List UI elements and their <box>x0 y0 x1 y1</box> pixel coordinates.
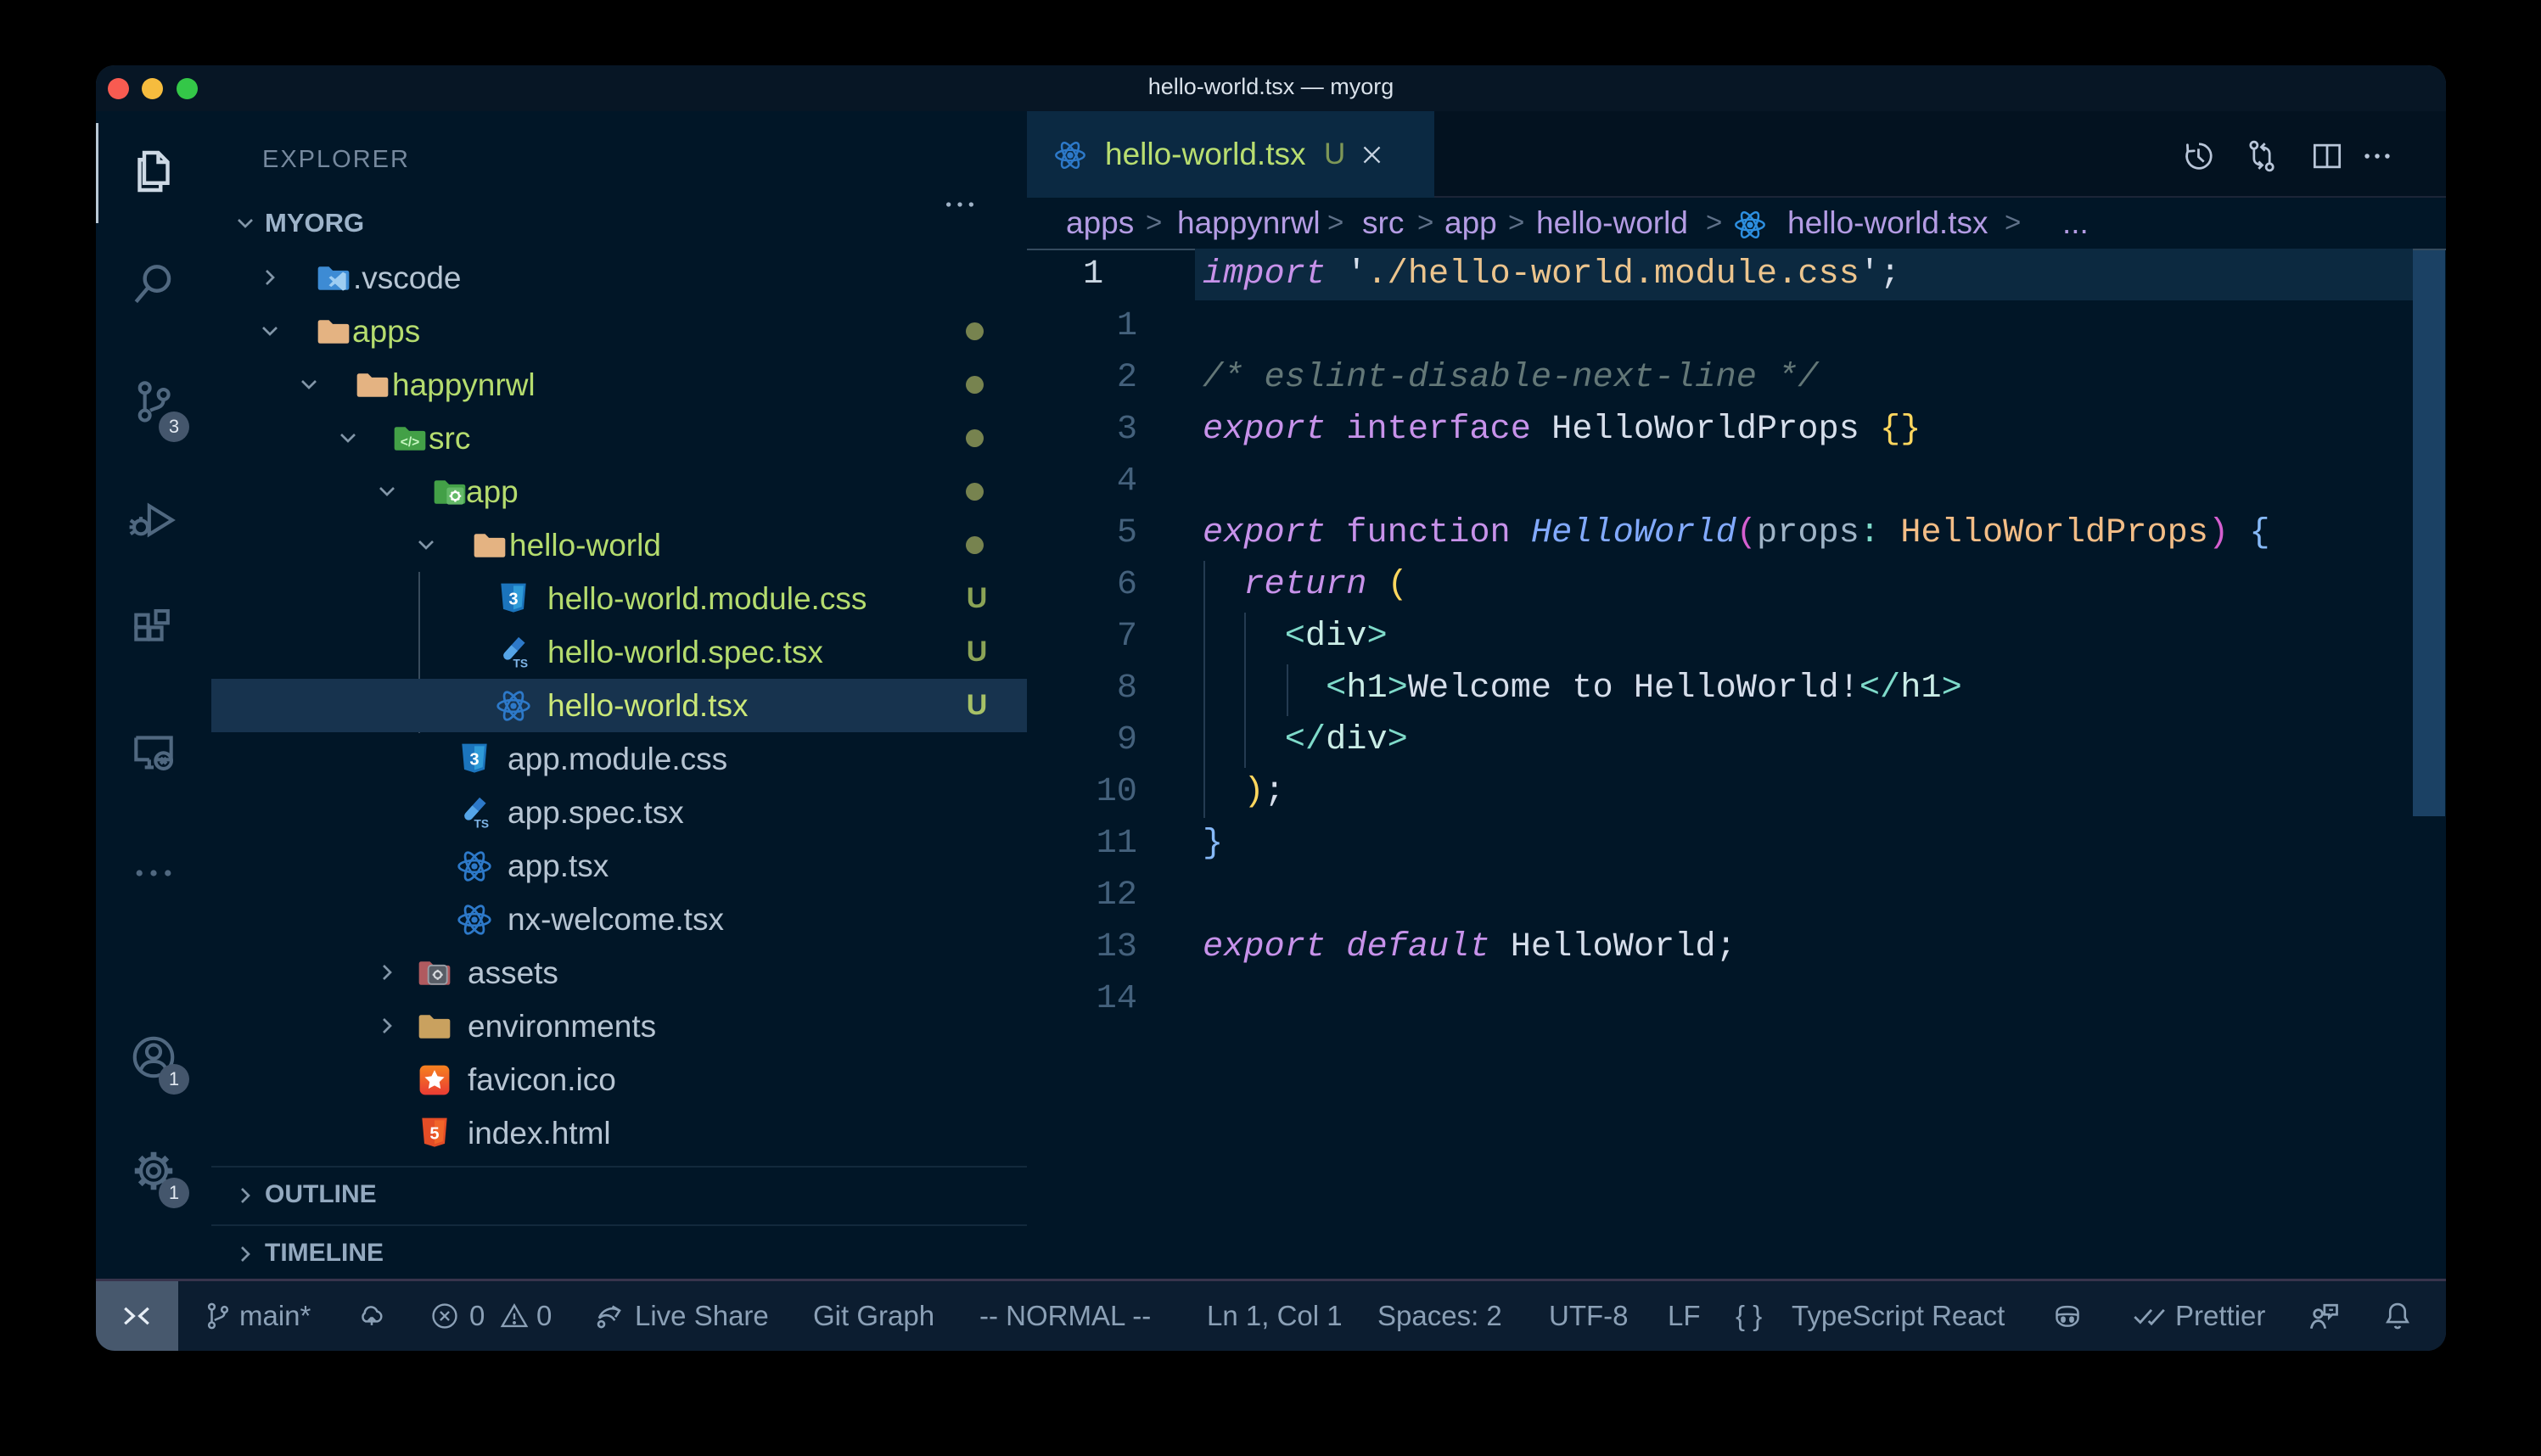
svg-text:5: 5 <box>429 1124 439 1143</box>
svg-text:</>: </> <box>401 435 420 450</box>
svg-text:3: 3 <box>508 590 518 608</box>
svg-text:TS: TS <box>513 657 528 669</box>
svg-text:TS: TS <box>474 817 489 830</box>
svg-text:3: 3 <box>469 750 479 769</box>
